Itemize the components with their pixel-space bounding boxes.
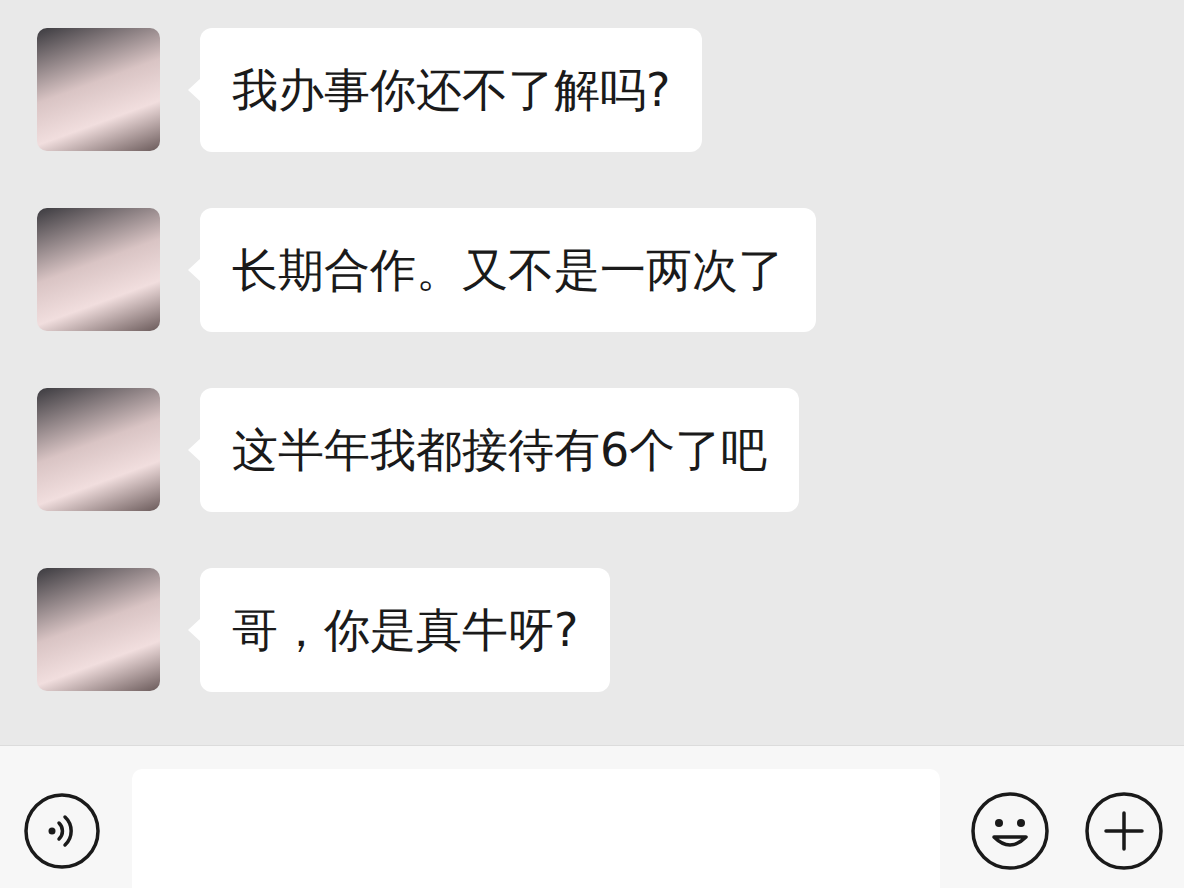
message-bubble[interactable]: 我办事你还不了解吗?	[200, 28, 702, 152]
message-row: 这半年我都接待有6个了吧	[37, 388, 1160, 512]
avatar-photo[interactable]	[37, 28, 160, 151]
message-list: 我办事你还不了解吗? 长期合作。又不是一两次了这半年我都接待有6个了吧哥，你是真牛…	[0, 0, 1184, 745]
voice-icon	[23, 792, 101, 870]
message-row: 哥，你是真牛呀?	[37, 568, 1160, 692]
voice-button[interactable]	[22, 791, 102, 871]
emoji-icon	[970, 791, 1050, 871]
input-actions	[970, 769, 1164, 871]
emoji-button[interactable]	[970, 791, 1050, 871]
message-bubble[interactable]: 哥，你是真牛呀?	[200, 568, 610, 692]
avatar-photo[interactable]	[37, 208, 160, 331]
message-row: 我办事你还不了解吗?	[37, 28, 1160, 152]
message-bubble[interactable]: 长期合作。又不是一两次了	[200, 208, 816, 332]
message-input[interactable]	[132, 769, 940, 888]
message-row: 长期合作。又不是一两次了	[37, 208, 1160, 332]
message-bubble[interactable]: 这半年我都接待有6个了吧	[200, 388, 799, 512]
input-bar	[0, 745, 1184, 888]
plus-icon	[1084, 791, 1164, 871]
avatar-photo[interactable]	[37, 388, 160, 511]
more-button[interactable]	[1084, 791, 1164, 871]
chat-screen: 我办事你还不了解吗? 长期合作。又不是一两次了这半年我都接待有6个了吧哥，你是真牛…	[0, 0, 1184, 888]
avatar-photo[interactable]	[37, 568, 160, 691]
